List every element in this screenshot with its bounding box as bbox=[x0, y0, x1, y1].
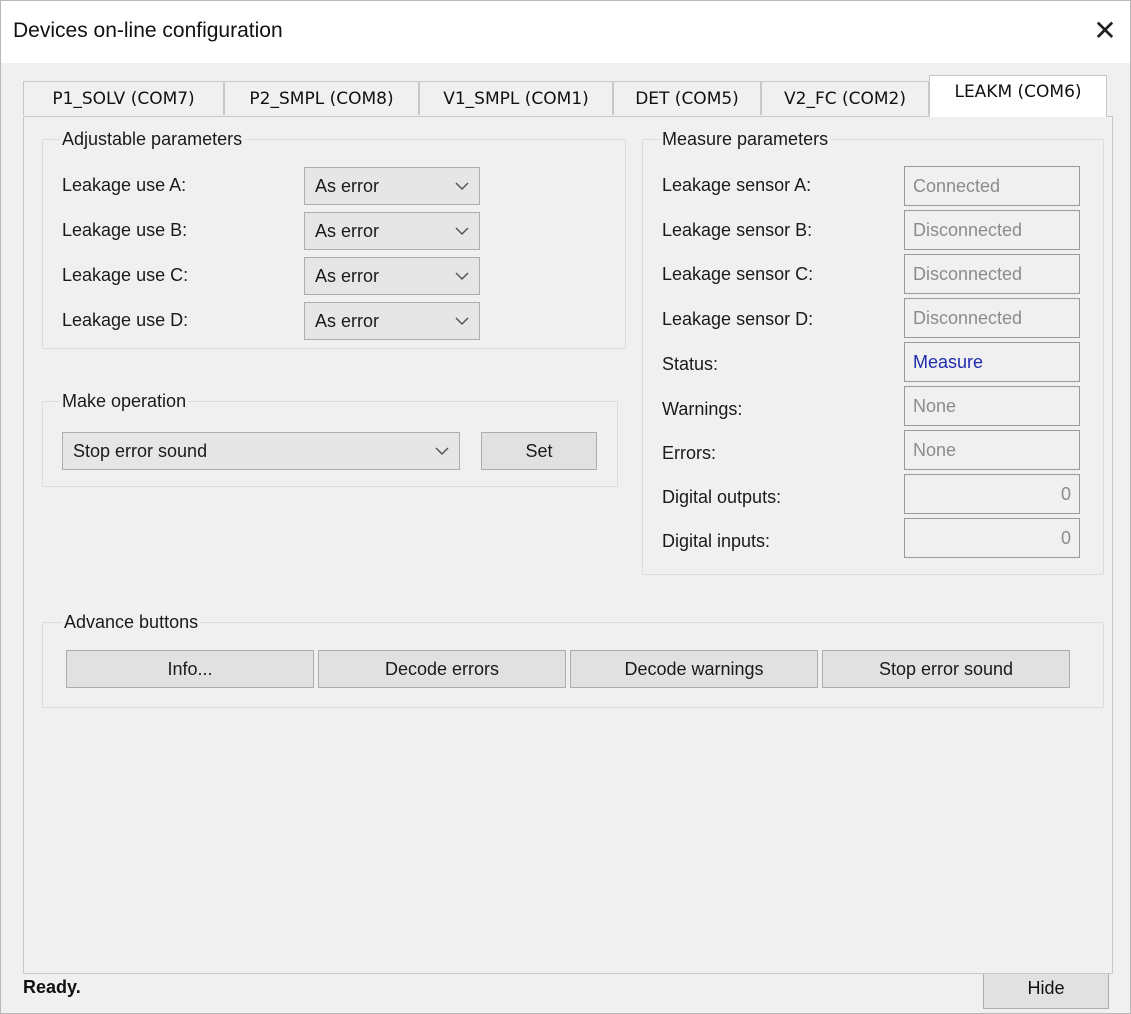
operation-select[interactable]: Stop error sound bbox=[62, 432, 460, 470]
warnings-label: Warnings: bbox=[662, 399, 743, 419]
digital-inputs-value: 0 bbox=[904, 518, 1080, 558]
make-operation-title: Make operation bbox=[60, 391, 189, 412]
chevron-down-icon bbox=[455, 317, 469, 326]
leakage-use-c-select[interactable]: As error bbox=[304, 257, 480, 295]
status-label: Status: bbox=[662, 354, 719, 374]
adjustable-parameters-title: Adjustable parameters bbox=[60, 129, 245, 150]
decode-warnings-button[interactable]: Decode warnings bbox=[570, 650, 818, 688]
stop-error-sound-button[interactable]: Stop error sound bbox=[822, 650, 1070, 688]
measure-parameters-title: Measure parameters bbox=[660, 129, 831, 150]
title-bar: Devices on-line configuration ✕ bbox=[1, 1, 1130, 63]
leakage-use-c-label: Leakage use C: bbox=[62, 265, 189, 285]
digital-inputs-label: Digital inputs: bbox=[662, 531, 771, 551]
decode-errors-button[interactable]: Decode errors bbox=[318, 650, 566, 688]
tab-v2-fc[interactable]: V2_FC (COM2) bbox=[761, 81, 929, 115]
advance-buttons-title: Advance buttons bbox=[62, 612, 201, 633]
tab-det[interactable]: DET (COM5) bbox=[613, 81, 761, 115]
tab-p1-solv[interactable]: P1_SOLV (COM7) bbox=[23, 81, 224, 115]
leakage-use-b-label: Leakage use B: bbox=[62, 220, 188, 240]
info-button[interactable]: Info... bbox=[66, 650, 314, 688]
chevron-down-icon bbox=[455, 227, 469, 236]
leakage-sensor-a-label: Leakage sensor A: bbox=[662, 175, 812, 195]
tab-v1-smpl[interactable]: V1_SMPL (COM1) bbox=[419, 81, 613, 115]
leakage-sensor-b-label: Leakage sensor B: bbox=[662, 220, 813, 240]
tab-panel-leakm: Adjustable parameters Leakage use A: As … bbox=[23, 116, 1113, 974]
leakage-sensor-c-value: Disconnected bbox=[904, 254, 1080, 294]
warnings-value: None bbox=[904, 386, 1080, 426]
chevron-down-icon bbox=[455, 272, 469, 281]
close-icon[interactable]: ✕ bbox=[1088, 13, 1122, 49]
operation-select-value: Stop error sound bbox=[73, 441, 208, 461]
leakage-use-d-select[interactable]: As error bbox=[304, 302, 480, 340]
leakage-sensor-c-label: Leakage sensor C: bbox=[662, 264, 814, 284]
set-button[interactable]: Set bbox=[481, 432, 597, 470]
status-bar-text: Ready. bbox=[23, 977, 81, 997]
tab-strip: P1_SOLV (COM7) P2_SMPL (COM8) V1_SMPL (C… bbox=[23, 75, 1123, 117]
leakage-use-a-select[interactable]: As error bbox=[304, 167, 480, 205]
digital-outputs-value: 0 bbox=[904, 474, 1080, 514]
status-value: Measure bbox=[904, 342, 1080, 382]
leakage-use-a-value: As error bbox=[315, 176, 380, 196]
leakage-sensor-d-label: Leakage sensor D: bbox=[662, 309, 814, 329]
tab-p2-smpl[interactable]: P2_SMPL (COM8) bbox=[224, 81, 419, 115]
leakage-use-c-value: As error bbox=[315, 266, 380, 286]
leakage-use-d-value: As error bbox=[315, 311, 380, 331]
errors-label: Errors: bbox=[662, 443, 716, 463]
leakage-use-b-select[interactable]: As error bbox=[304, 212, 480, 250]
chevron-down-icon bbox=[435, 447, 449, 456]
leakage-use-d-label: Leakage use D: bbox=[62, 310, 189, 330]
chevron-down-icon bbox=[455, 182, 469, 191]
tab-leakm[interactable]: LEAKM (COM6) bbox=[929, 75, 1107, 117]
digital-outputs-label: Digital outputs: bbox=[662, 487, 782, 507]
dialog-window: Devices on-line configuration ✕ P1_SOLV … bbox=[0, 0, 1131, 1014]
leakage-use-a-label: Leakage use A: bbox=[62, 175, 187, 195]
window-title: Devices on-line configuration bbox=[13, 19, 283, 42]
leakage-use-b-value: As error bbox=[315, 221, 380, 241]
leakage-sensor-a-value: Connected bbox=[904, 166, 1080, 206]
errors-value: None bbox=[904, 430, 1080, 470]
leakage-sensor-d-value: Disconnected bbox=[904, 298, 1080, 338]
leakage-sensor-b-value: Disconnected bbox=[904, 210, 1080, 250]
